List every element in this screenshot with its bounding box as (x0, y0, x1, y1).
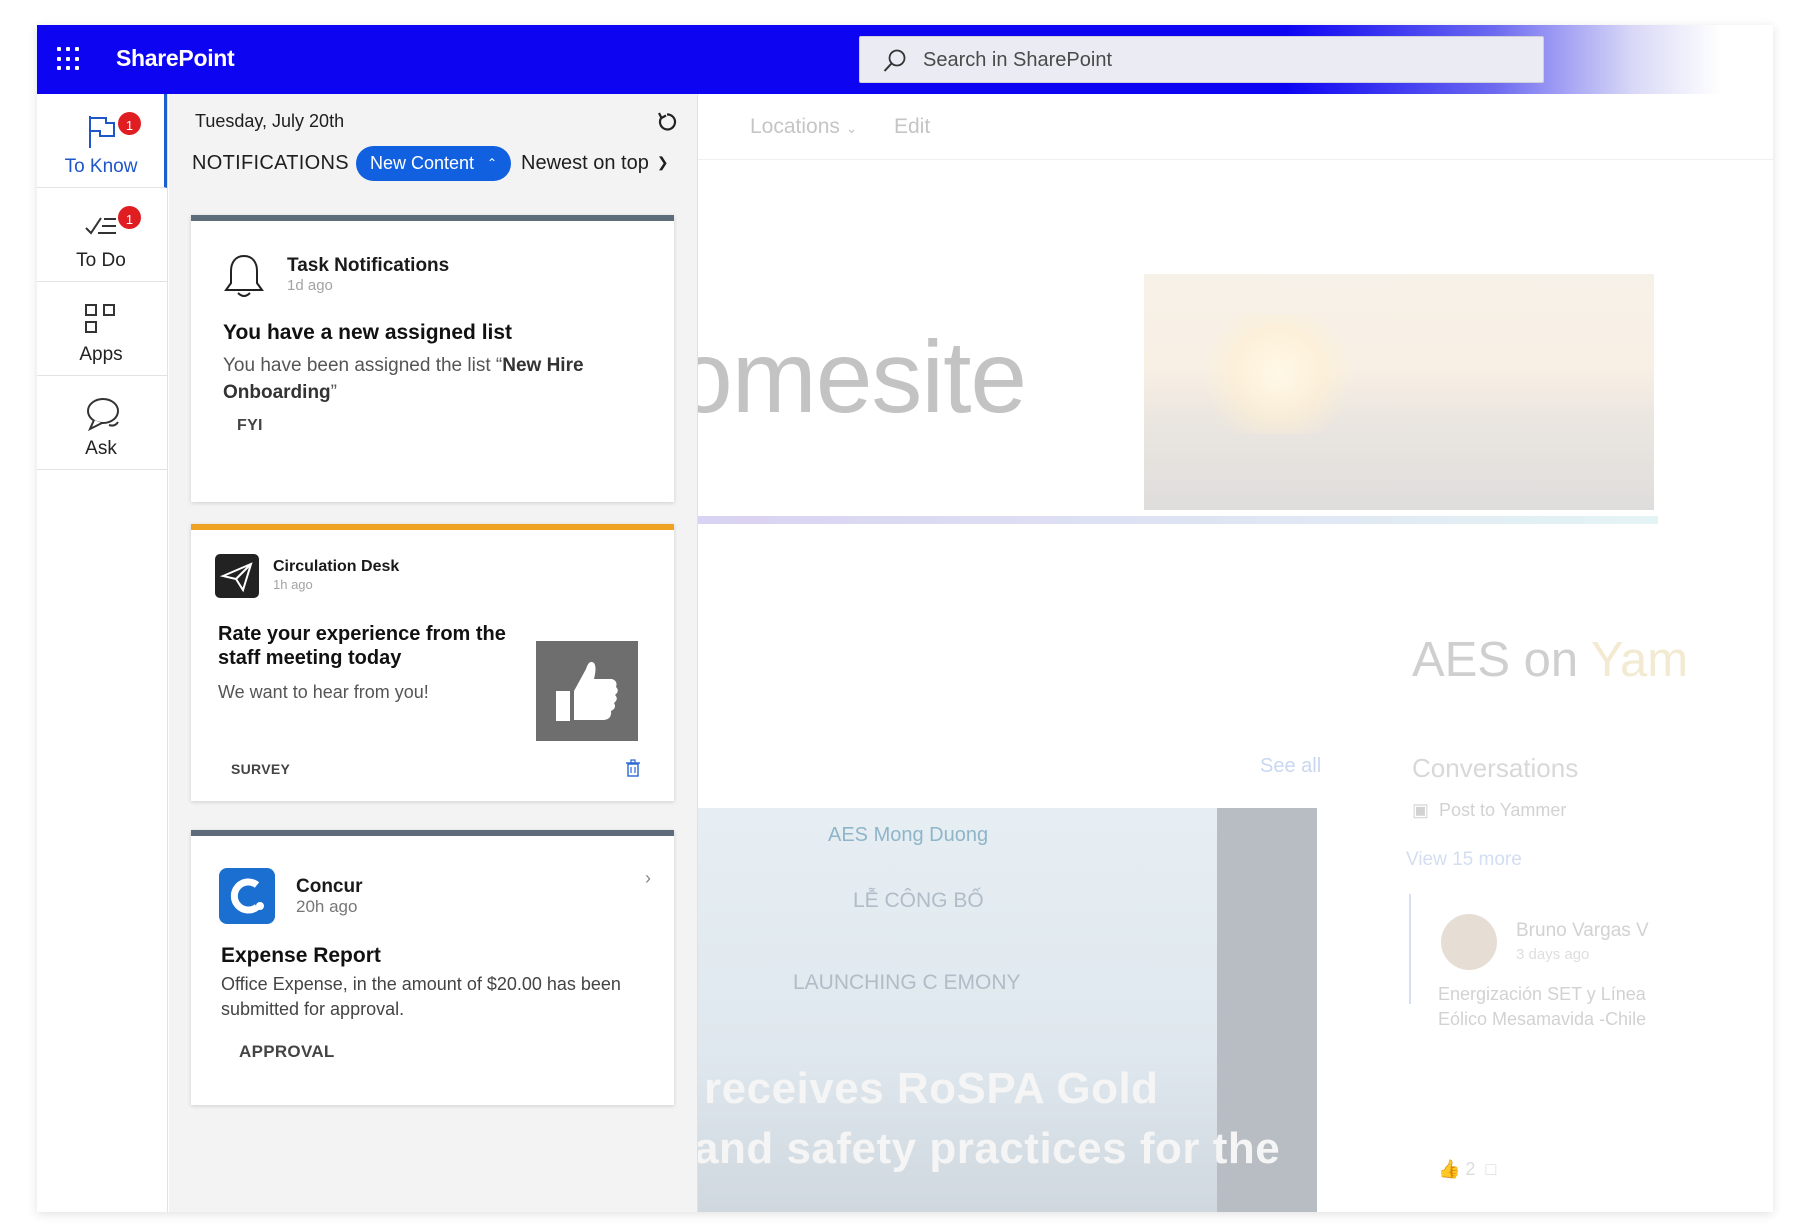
card-accent-bar (191, 524, 674, 530)
card-headline: Expense Report (221, 944, 381, 967)
panel-title: NOTIFICATIONS (192, 152, 349, 174)
notification-badge: 1 (116, 110, 143, 137)
notification-card-task[interactable]: Task Notifications 1d ago You have a new… (191, 215, 674, 502)
notifications-panel: Tuesday, July 20th NOTIFICATIONS New Con… (169, 94, 698, 1212)
card-headline: Rate your experience from the staff meet… (218, 623, 506, 669)
see-all-link[interactable]: See all (1260, 755, 1321, 778)
poster-title-en: LAUNCHING C EMONY (793, 971, 1021, 994)
card-source: Circulation Desk (273, 558, 400, 575)
filter-label: New Content (370, 153, 475, 173)
concur-logo-icon (219, 868, 275, 924)
apps-grid-icon (85, 304, 115, 333)
card-accent-bar (191, 830, 674, 836)
thumbs-up-icon (536, 641, 638, 741)
content-filter-button[interactable]: New Content ⌃ (356, 146, 511, 181)
sort-label: Newest on top (521, 152, 649, 174)
search-box[interactable] (859, 36, 1544, 83)
card-tag: FYI (237, 417, 263, 434)
sharepoint-window: SharePoint 1 To Know 1 (37, 25, 1773, 1212)
rail-item-to-do[interactable]: 1 To Do (37, 188, 167, 282)
app-launcher-icon[interactable] (57, 47, 81, 71)
news-headline-line-2: and safety practices for the (698, 1124, 1281, 1173)
card-time: 1d ago (287, 277, 333, 294)
refresh-icon[interactable] (655, 110, 679, 134)
card-source: Concur (296, 876, 363, 897)
rail-label-apps: Apps (79, 344, 123, 365)
poster-logo: AES Mong Duong (828, 824, 989, 846)
rail-item-apps[interactable]: Apps (37, 282, 167, 376)
hero-divider (698, 516, 1658, 524)
card-body: You have been assigned the list “New Hir… (223, 355, 584, 403)
site-background: Locations ⌄ Edit omesite AES on Yam See … (698, 94, 1773, 1212)
hero-sun-glow (1198, 314, 1358, 434)
chevron-up-icon: ⌃ (486, 156, 497, 170)
news-headline-line-1: receives RoSPA Gold (704, 1064, 1159, 1113)
avatar (1441, 914, 1497, 970)
panel-date: Tuesday, July 20th (195, 111, 345, 131)
card-accent-bar (191, 215, 674, 221)
notification-card-approval[interactable]: Concur 20h ago › Expense Report Office E… (191, 830, 674, 1105)
aes-heading: AES on Yam (1412, 633, 1689, 687)
conversations-heading: Conversations (1412, 753, 1579, 783)
rail-label-ask: Ask (85, 438, 117, 459)
bell-icon (224, 254, 264, 297)
view-more-link[interactable]: View 15 more (1406, 849, 1522, 871)
chat-bubble-icon (87, 398, 119, 432)
rail-label-to-know: To Know (64, 156, 138, 177)
rail-label-to-do: To Do (76, 250, 126, 271)
thread-line (1409, 894, 1411, 1004)
post-line-2: Eólico Mesamavida -Chile (1438, 1009, 1647, 1029)
chevron-right-icon[interactable]: › (645, 868, 651, 889)
sort-dropdown[interactable]: Newest on top ❯ (521, 152, 669, 175)
card-tag: SURVEY (231, 761, 291, 777)
card-headline: You have a new assigned list (223, 321, 513, 344)
suite-header: SharePoint (37, 25, 1773, 94)
card-time: 1h ago (273, 577, 313, 592)
search-input[interactable] (923, 47, 1523, 73)
site-nav: Locations ⌄ Edit (698, 94, 1773, 160)
rail-item-to-know[interactable]: 1 To Know (37, 94, 167, 188)
poster-title-vi: LỄ CÔNG BỐ (853, 889, 984, 912)
paper-plane-icon (215, 554, 259, 598)
post-line-1: Energización SET y Línea (1438, 984, 1646, 1004)
rail-item-ask[interactable]: Ask (37, 376, 167, 470)
like-count[interactable]: 👍 2 □ (1438, 1159, 1496, 1180)
search-icon (883, 49, 906, 72)
post-author: Bruno Vargas V (1516, 920, 1649, 941)
card-body: We want to hear from you! (218, 682, 429, 702)
card-source: Task Notifications (287, 255, 450, 276)
left-rail: 1 To Know 1 To Do Apps Ask (37, 94, 168, 1212)
card-body: Office Expense, in the amount of $20.00 … (221, 974, 621, 1019)
trash-icon[interactable] (625, 759, 641, 777)
card-tag: APPROVAL (239, 1042, 335, 1061)
brand-title[interactable]: SharePoint (116, 45, 235, 72)
hero-title: omesite (698, 320, 1027, 434)
nav-edit[interactable]: Edit (894, 115, 930, 139)
notification-card-survey[interactable]: Circulation Desk 1h ago Rate your experi… (191, 524, 674, 801)
nav-locations[interactable]: Locations ⌄ (750, 115, 857, 139)
notification-badge: 1 (116, 204, 143, 231)
post-time: 3 days ago (1516, 946, 1590, 963)
post-to-yammer[interactable]: ▣ Post to Yammer (1412, 800, 1566, 821)
chevron-down-icon: ❯ (656, 154, 669, 170)
card-time: 20h ago (296, 897, 358, 916)
